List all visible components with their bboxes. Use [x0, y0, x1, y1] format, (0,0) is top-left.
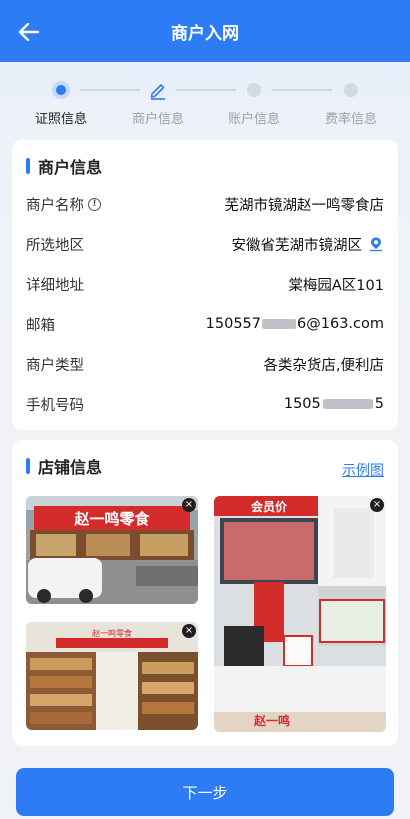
store-sign-text: 赵一鸣零食 — [92, 628, 132, 638]
next-step-button[interactable]: 下一步 — [16, 768, 394, 816]
step-rate-info[interactable]: 费率信息 — [306, 78, 396, 127]
step-label: 证照信息 — [34, 112, 87, 127]
merchant-info-title: 商户信息 — [38, 158, 103, 177]
interior-image: 赵一鸣零食 — [26, 622, 198, 730]
back-button[interactable] — [12, 15, 46, 49]
current-step-icon — [52, 81, 70, 99]
cashier-photo[interactable]: 会员价 赵一鸣 × — [214, 496, 386, 732]
step-label: 账户信息 — [227, 112, 280, 127]
region-row[interactable]: 所选地区 安徽省芜湖市镜湖区 — [26, 232, 384, 256]
field-label: 邮箱 — [26, 317, 55, 334]
store-sign-text: 会员价 — [251, 499, 288, 514]
cashier-image: 会员价 赵一鸣 — [214, 496, 386, 732]
location-pin-icon[interactable] — [368, 236, 384, 252]
pending-step-icon — [247, 83, 261, 97]
step-license-info[interactable]: 证照信息 — [16, 78, 106, 127]
field-label: 所选地区 — [26, 237, 84, 254]
card-title: 商户信息 — [26, 154, 102, 178]
close-icon[interactable]: × — [370, 498, 384, 512]
step-label: 商户信息 — [131, 112, 184, 127]
store-sign-text: 赵一鸣 — [253, 713, 290, 728]
merchant-type-value: 各类杂货店,便利店 — [263, 357, 384, 374]
step-label: 费率信息 — [324, 112, 377, 127]
top-bar: 商户入网 — [0, 0, 410, 62]
sample-image-link[interactable]: 示例图 — [342, 460, 384, 480]
merchant-info-card: 商户信息 商户名称 ! 芜湖市镜湖赵一鸣零食店 所选地区 安徽省芜湖市镜湖区 详… — [12, 140, 398, 430]
redaction-mask — [322, 399, 373, 409]
interior-photo[interactable]: 赵一鸣零食 × — [26, 622, 198, 730]
field-label: 详细地址 — [26, 277, 84, 294]
address-row: 详细地址 棠梅园A区101 — [26, 272, 384, 296]
storefront-photo[interactable]: 赵一鸣零食 × — [26, 496, 198, 604]
step-account-info[interactable]: 账户信息 — [209, 78, 299, 127]
storefront-image: 赵一鸣零食 — [26, 496, 198, 604]
merchant-name-value: 芜湖市镜湖赵一鸣零食店 — [224, 197, 385, 214]
arrow-left-icon — [19, 23, 39, 41]
card-title: 店铺信息 — [26, 454, 102, 478]
phone-row: 手机号码 1505 5 — [26, 392, 384, 416]
progress-steps: 证照信息 商户信息 账户信息 费率信息 — [0, 78, 410, 128]
pending-step-icon — [344, 83, 358, 97]
field-label: 商户类型 — [26, 357, 84, 374]
field-label: 手机号码 — [26, 397, 84, 414]
field-label: 商户名称 — [26, 197, 84, 214]
redaction-mask — [262, 319, 297, 329]
phone-value: 1505 5 — [283, 396, 384, 412]
email-value: 150557 6@163.com — [205, 316, 384, 332]
page-title: 商户入网 — [171, 23, 239, 44]
store-info-title: 店铺信息 — [38, 458, 103, 477]
merchant-type-row: 商户类型 各类杂货店,便利店 — [26, 352, 384, 376]
email-row: 邮箱 150557 6@163.com — [26, 312, 384, 336]
region-value: 安徽省芜湖市镜湖区 — [231, 237, 363, 254]
info-icon[interactable]: ! — [88, 197, 101, 211]
address-value: 棠梅园A区101 — [288, 277, 384, 294]
store-info-card: 店铺信息 示例图 赵一鸣零食 × 会员价 赵一鸣 × 赵一鸣零食 × — [12, 440, 398, 746]
pencil-icon — [150, 84, 165, 100]
close-icon[interactable]: × — [182, 498, 196, 512]
store-sign-text: 赵一鸣零食 — [73, 510, 150, 528]
merchant-name-row: 商户名称 ! 芜湖市镜湖赵一鸣零食店 — [26, 192, 384, 216]
step-merchant-info[interactable]: 商户信息 — [113, 78, 203, 127]
close-icon[interactable]: × — [182, 624, 196, 638]
